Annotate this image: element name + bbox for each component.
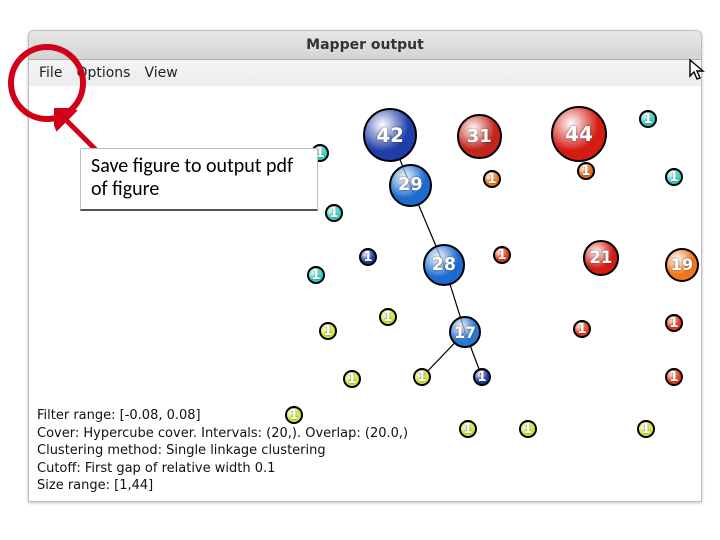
graph-node[interactable]: 1 [343,370,361,388]
graph-node[interactable]: 42 [363,108,417,162]
title-bar: Mapper output [29,31,701,60]
graph-node[interactable]: 21 [583,240,619,276]
graph-node[interactable]: 1 [577,162,595,180]
annotation-callout-text: Save figure to output pdf of figure [91,154,293,201]
graph-node[interactable]: 29 [389,164,432,207]
graph-node[interactable]: 1 [379,308,397,326]
graph-node[interactable]: 1 [665,314,683,332]
graph-node[interactable]: 1 [483,170,501,188]
graph-node[interactable]: 1 [519,420,537,438]
graph-node[interactable]: 1 [639,110,657,128]
graph-node[interactable]: 1 [285,406,303,424]
app-window: Mapper output File Options View Filter r… [28,30,702,502]
info-line: Filter range: [-0.08, 0.08] [37,407,408,425]
graph-node[interactable]: 1 [413,368,431,386]
graph-node[interactable]: 1 [459,420,477,438]
menu-options[interactable]: Options [76,65,130,81]
graph-node[interactable]: 1 [359,248,377,266]
graph-node[interactable]: 1 [307,266,325,284]
graph-node[interactable]: 1 [473,368,491,386]
menu-file[interactable]: File [39,65,62,81]
graph-node[interactable]: 1 [325,204,343,222]
graph-node[interactable]: 1 [493,246,511,264]
graph-node[interactable]: 1 [319,322,337,340]
graph-node[interactable]: 31 [457,114,502,159]
graph-node[interactable]: 44 [551,106,607,162]
graph-node[interactable]: 1 [637,420,655,438]
info-text: Filter range: [-0.08, 0.08] Cover: Hyper… [37,407,408,495]
info-line: Clustering method: Single linkage cluste… [37,442,408,460]
graph-node[interactable]: 1 [665,168,683,186]
menu-view[interactable]: View [144,65,177,81]
window-title: Mapper output [306,37,424,53]
annotation-callout: Save figure to output pdf of figure [80,148,318,211]
info-line: Cutoff: First gap of relative width 0.1 [37,460,408,478]
graph-node[interactable]: 17 [449,316,481,348]
menu-bar: File Options View [29,60,701,87]
graph-node[interactable]: 1 [573,320,591,338]
info-line: Cover: Hypercube cover. Intervals: (20,)… [37,425,408,443]
graph-node[interactable]: 19 [665,248,699,282]
graph-node[interactable]: 1 [665,368,683,386]
graph-node[interactable]: 28 [423,244,465,286]
info-line: Size range: [1,44] [37,477,408,495]
